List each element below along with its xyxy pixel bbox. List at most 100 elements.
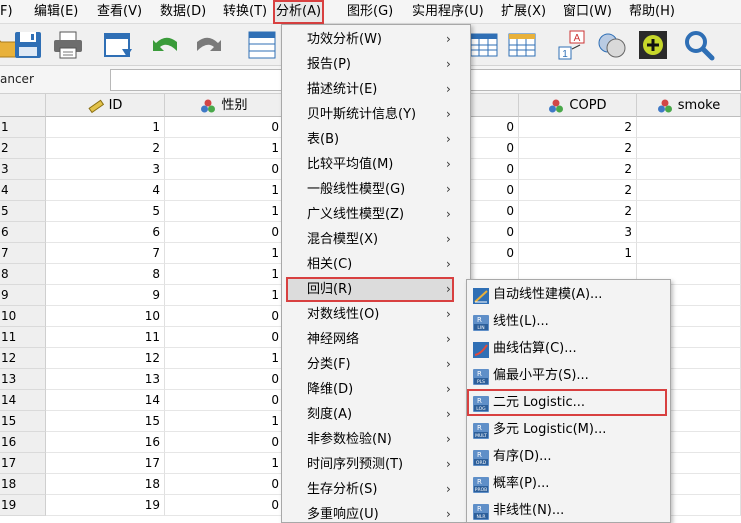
table-cell[interactable]: 0 bbox=[165, 495, 284, 516]
row-number[interactable]: 19 bbox=[0, 495, 46, 516]
menubar-item-7[interactable]: 实用程序(U) bbox=[412, 0, 484, 24]
column-header-性别[interactable]: 性别 bbox=[165, 94, 284, 117]
analyze-menu-item-19[interactable]: 多重响应(U) › bbox=[282, 502, 470, 523]
table-cell[interactable]: 0 bbox=[165, 222, 284, 243]
analyze-menu-item-9[interactable]: 相关(C) › bbox=[282, 252, 470, 277]
analyze-menu-item-17[interactable]: 时间序列预测(T) › bbox=[282, 452, 470, 477]
analyze-menu-item-13[interactable]: 分类(F) › bbox=[282, 352, 470, 377]
regression-item-8[interactable]: R NLR 非线性(N)... bbox=[467, 497, 670, 523]
regression-item-6[interactable]: R ORD 有序(D)... bbox=[467, 443, 670, 470]
table-cell[interactable]: 2 bbox=[46, 138, 165, 159]
menubar-item-6[interactable]: 图形(G) bbox=[347, 0, 393, 24]
table-cell[interactable]: 0 bbox=[165, 327, 284, 348]
table-cell[interactable]: 1 bbox=[165, 411, 284, 432]
table-cell[interactable] bbox=[637, 243, 741, 264]
analyze-menu-item-5[interactable]: 比较平均值(M) › bbox=[282, 152, 470, 177]
table-cell[interactable]: 4 bbox=[46, 180, 165, 201]
menubar-item-1[interactable]: 编辑(E) bbox=[34, 0, 78, 24]
table-cell[interactable]: 16 bbox=[46, 432, 165, 453]
table-cell[interactable]: 1 bbox=[165, 285, 284, 306]
redo-icon[interactable] bbox=[192, 29, 224, 61]
row-number[interactable]: 8 bbox=[0, 264, 46, 285]
table-cell[interactable]: 15 bbox=[46, 411, 165, 432]
table-cell[interactable]: 18 bbox=[46, 474, 165, 495]
undo-icon[interactable] bbox=[150, 29, 182, 61]
table-cell[interactable] bbox=[637, 201, 741, 222]
table-cell[interactable] bbox=[637, 222, 741, 243]
row-number[interactable]: 2 bbox=[0, 138, 46, 159]
table-cell[interactable] bbox=[637, 117, 741, 138]
table-cell[interactable]: 9 bbox=[46, 285, 165, 306]
menubar-item-9[interactable]: 窗口(W) bbox=[563, 0, 612, 24]
table-cell[interactable]: 1 bbox=[46, 117, 165, 138]
analyze-menu-item-14[interactable]: 降维(D) › bbox=[282, 377, 470, 402]
table-cell[interactable]: 11 bbox=[46, 327, 165, 348]
table-cell[interactable] bbox=[637, 138, 741, 159]
analyze-menu-item-15[interactable]: 刻度(A) › bbox=[282, 402, 470, 427]
row-number[interactable]: 17 bbox=[0, 453, 46, 474]
row-number[interactable]: 11 bbox=[0, 327, 46, 348]
select-cases-icon[interactable] bbox=[596, 29, 628, 61]
table-cell[interactable] bbox=[637, 159, 741, 180]
table-cell[interactable]: 1 bbox=[165, 138, 284, 159]
table-cell[interactable]: 5 bbox=[46, 201, 165, 222]
table-cell[interactable]: 2 bbox=[519, 201, 637, 222]
table-cell[interactable]: 0 bbox=[165, 159, 284, 180]
row-number[interactable]: 15 bbox=[0, 411, 46, 432]
menubar-item-3[interactable]: 数据(D) bbox=[160, 0, 206, 24]
table-cell[interactable]: 1 bbox=[165, 348, 284, 369]
regression-item-2[interactable]: 曲线估算(C)... bbox=[467, 335, 670, 362]
analyze-menu-item-3[interactable]: 贝叶斯统计信息(Y) › bbox=[282, 102, 470, 127]
goto-case-icon[interactable] bbox=[246, 29, 278, 61]
print-icon[interactable] bbox=[52, 29, 84, 61]
table-cell[interactable]: 7 bbox=[46, 243, 165, 264]
row-number[interactable]: 4 bbox=[0, 180, 46, 201]
menubar-item-0[interactable]: F) bbox=[0, 0, 13, 24]
regression-item-0[interactable]: 自动线性建模(A)... bbox=[467, 281, 670, 308]
table-cell[interactable]: 0 bbox=[165, 306, 284, 327]
analyze-menu-item-1[interactable]: 报告(P) › bbox=[282, 52, 470, 77]
analyze-menu-item-16[interactable]: 非参数检验(N) › bbox=[282, 427, 470, 452]
table-cell[interactable]: 17 bbox=[46, 453, 165, 474]
analyze-menu-item-7[interactable]: 广义线性模型(Z) › bbox=[282, 202, 470, 227]
table-cell[interactable]: 0 bbox=[165, 474, 284, 495]
split-file-icon[interactable] bbox=[506, 29, 538, 61]
menubar-item-10[interactable]: 帮助(H) bbox=[629, 0, 675, 24]
menubar-item-8[interactable]: 扩展(X) bbox=[501, 0, 546, 24]
table-cell[interactable]: 0 bbox=[165, 369, 284, 390]
regression-item-7[interactable]: R PROB 概率(P)... bbox=[467, 470, 670, 497]
value-labels-icon[interactable] bbox=[637, 29, 669, 61]
row-number[interactable]: 9 bbox=[0, 285, 46, 306]
table-cell[interactable]: 1 bbox=[165, 264, 284, 285]
table-cell[interactable]: 2 bbox=[519, 159, 637, 180]
table-cell[interactable]: 1 bbox=[519, 243, 637, 264]
table-cell[interactable]: 0 bbox=[165, 432, 284, 453]
menubar-item-4[interactable]: 转换(T) bbox=[223, 0, 267, 24]
table-cell[interactable]: 2 bbox=[519, 138, 637, 159]
save-icon[interactable] bbox=[12, 29, 44, 61]
table-cell[interactable]: 12 bbox=[46, 348, 165, 369]
table-cell[interactable]: 2 bbox=[519, 117, 637, 138]
analyze-menu-item-12[interactable]: 神经网络 › bbox=[282, 327, 470, 352]
weight-cases-icon[interactable]: A 1 bbox=[556, 29, 588, 61]
analyze-menu-item-8[interactable]: 混合模型(X) › bbox=[282, 227, 470, 252]
table-cell[interactable]: 6 bbox=[46, 222, 165, 243]
search-icon[interactable] bbox=[683, 29, 715, 61]
table-cell[interactable]: 13 bbox=[46, 369, 165, 390]
analyze-menu-item-11[interactable]: 对数线性(O) › bbox=[282, 302, 470, 327]
row-number[interactable]: 1 bbox=[0, 117, 46, 138]
table-cell[interactable]: 8 bbox=[46, 264, 165, 285]
table-cell[interactable]: 1 bbox=[165, 243, 284, 264]
row-number[interactable]: 7 bbox=[0, 243, 46, 264]
table-cell[interactable]: 0 bbox=[165, 390, 284, 411]
table-cell[interactable]: 3 bbox=[519, 222, 637, 243]
analyze-menu-item-4[interactable]: 表(B) › bbox=[282, 127, 470, 152]
row-number[interactable]: 6 bbox=[0, 222, 46, 243]
table-cell[interactable]: 0 bbox=[165, 117, 284, 138]
row-number[interactable]: 12 bbox=[0, 348, 46, 369]
table-cell[interactable]: 3 bbox=[46, 159, 165, 180]
regression-item-5[interactable]: R MULT 多元 Logistic(M)... bbox=[467, 416, 670, 443]
table-cell[interactable]: 2 bbox=[519, 180, 637, 201]
analyze-menu-item-18[interactable]: 生存分析(S) › bbox=[282, 477, 470, 502]
row-number[interactable]: 5 bbox=[0, 201, 46, 222]
